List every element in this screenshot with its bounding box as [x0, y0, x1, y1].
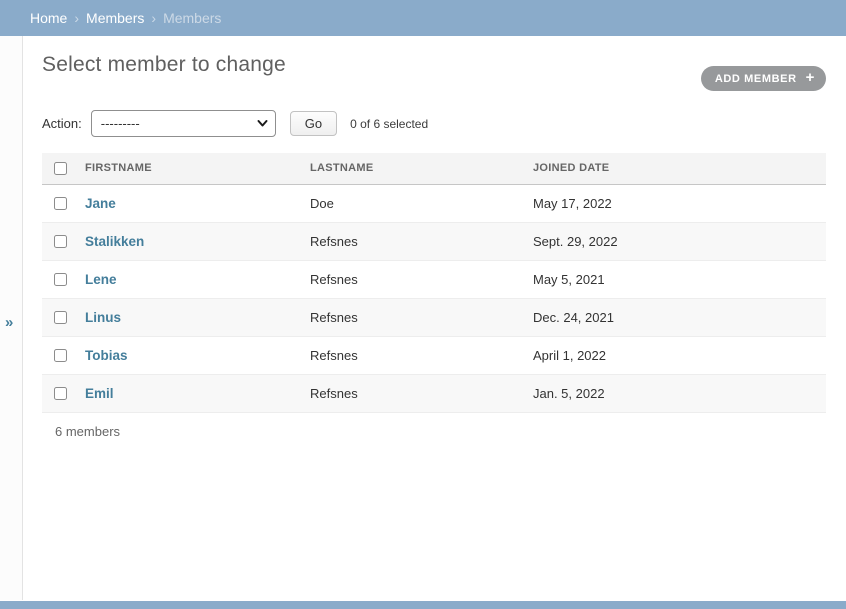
member-lastname: Refsnes — [310, 374, 533, 412]
member-firstname-link[interactable]: Tobias — [85, 348, 128, 363]
member-firstname-link[interactable]: Lene — [85, 272, 117, 287]
row-checkbox[interactable] — [54, 235, 67, 248]
breadcrumb-separator: › — [74, 10, 79, 26]
row-checkbox[interactable] — [54, 197, 67, 210]
member-firstname-link[interactable]: Emil — [85, 386, 114, 401]
action-label: Action: — [42, 116, 82, 131]
collapsed-sidebar: » — [0, 36, 23, 600]
table-row: Linus Refsnes Dec. 24, 2021 — [42, 298, 826, 336]
actions-bar: Action: --------- Go 0 of 6 selected — [42, 110, 826, 137]
go-button[interactable]: Go — [290, 111, 337, 136]
member-firstname-link[interactable]: Stalikken — [85, 234, 144, 249]
column-header-firstname[interactable]: FIRSTNAME — [85, 153, 310, 184]
add-member-button[interactable]: ADD MEMBER + — [701, 66, 826, 91]
breadcrumb: Home › Members › Members — [0, 0, 846, 36]
member-firstname-link[interactable]: Jane — [85, 196, 116, 211]
member-lastname: Refsnes — [310, 336, 533, 374]
breadcrumb-link-members[interactable]: Members — [86, 10, 144, 26]
row-checkbox[interactable] — [54, 273, 67, 286]
selection-status: 0 of 6 selected — [350, 117, 428, 131]
member-joined-date: April 1, 2022 — [533, 336, 826, 374]
main-content: Select member to change ADD MEMBER + Act… — [24, 53, 846, 450]
member-lastname: Refsnes — [310, 260, 533, 298]
member-joined-date: May 17, 2022 — [533, 184, 826, 222]
breadcrumb-separator: › — [151, 10, 156, 26]
member-firstname-link[interactable]: Linus — [85, 310, 121, 325]
row-checkbox[interactable] — [54, 349, 67, 362]
row-checkbox[interactable] — [54, 387, 67, 400]
table-row: Lene Refsnes May 5, 2021 — [42, 260, 826, 298]
select-all-checkbox[interactable] — [54, 162, 67, 175]
member-joined-date: Jan. 5, 2022 — [533, 374, 826, 412]
member-lastname: Refsnes — [310, 298, 533, 336]
add-member-label: ADD MEMBER — [715, 73, 797, 85]
action-select-wrapper: --------- — [91, 110, 276, 137]
member-joined-date: May 5, 2021 — [533, 260, 826, 298]
breadcrumb-current: Members — [163, 10, 221, 26]
breadcrumb-link-home[interactable]: Home — [30, 10, 67, 26]
member-joined-date: Sept. 29, 2022 — [533, 222, 826, 260]
row-checkbox[interactable] — [54, 311, 67, 324]
footer-bar — [0, 601, 846, 609]
table-row: Stalikken Refsnes Sept. 29, 2022 — [42, 222, 826, 260]
table-header-row: FIRSTNAME LASTNAME JOINED DATE — [42, 153, 826, 184]
action-select[interactable]: --------- — [91, 110, 276, 137]
column-header-lastname[interactable]: LASTNAME — [310, 153, 533, 184]
member-lastname: Doe — [310, 184, 533, 222]
members-table: FIRSTNAME LASTNAME JOINED DATE Jane Doe … — [42, 153, 826, 413]
member-joined-date: Dec. 24, 2021 — [533, 298, 826, 336]
member-lastname: Refsnes — [310, 222, 533, 260]
browser-viewport: Home › Members › Members » Select member… — [0, 0, 846, 609]
table-row: Tobias Refsnes April 1, 2022 — [42, 336, 826, 374]
members-count: 6 members — [42, 413, 826, 450]
table-row: Emil Refsnes Jan. 5, 2022 — [42, 374, 826, 412]
column-header-joineddate[interactable]: JOINED DATE — [533, 153, 826, 184]
plus-icon: + — [806, 70, 815, 85]
table-row: Jane Doe May 17, 2022 — [42, 184, 826, 222]
sidebar-expand-toggle[interactable]: » — [5, 315, 13, 330]
